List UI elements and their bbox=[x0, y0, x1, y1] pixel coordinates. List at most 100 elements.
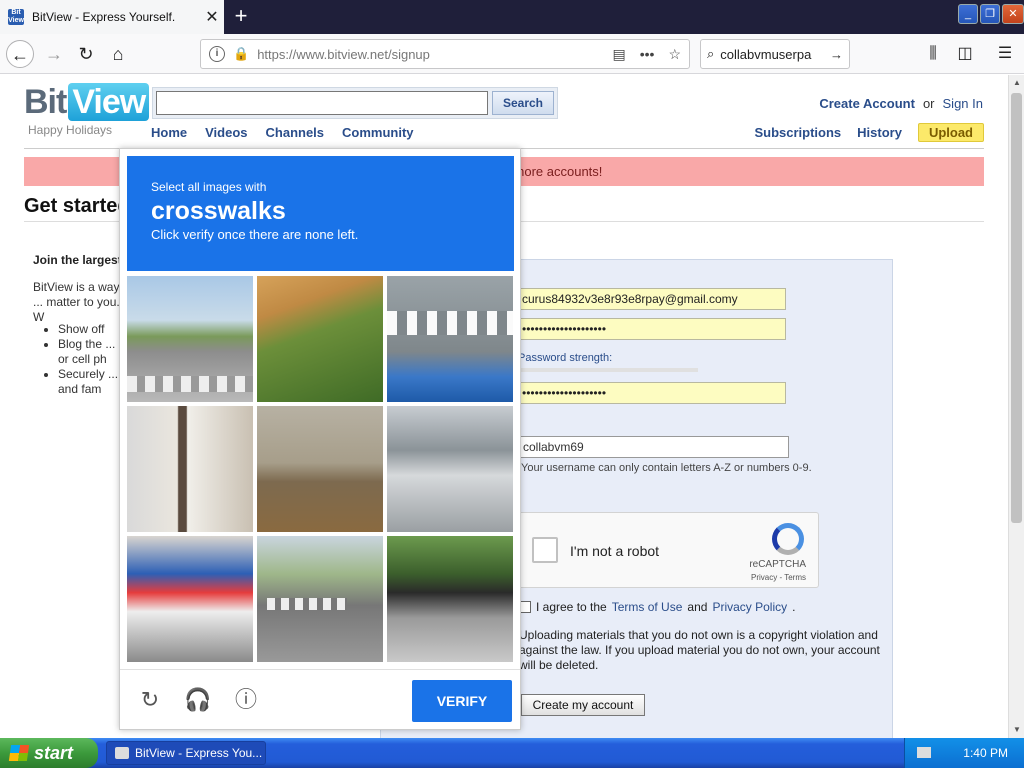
image-tile-shop-storefront[interactable] bbox=[127, 536, 253, 662]
recaptcha-terms[interactable]: Privacy - Terms bbox=[751, 573, 806, 582]
back-button[interactable]: ← bbox=[6, 40, 34, 68]
challenge-instruction: Select all images with bbox=[151, 180, 267, 194]
intro-heading: Join the largest bbox=[33, 253, 122, 267]
main-nav: Home Videos Channels Community bbox=[151, 125, 414, 140]
terms-link[interactable]: Terms of Use bbox=[612, 600, 683, 614]
copyright-warning: Uploading materials that you do not own … bbox=[519, 628, 880, 672]
web-page: Bit View Happy Holidays Search Home Video… bbox=[0, 75, 1008, 738]
page-title: Get started bbox=[24, 195, 130, 217]
feature-list: Show off Blog the ... or cell ph Securel… bbox=[58, 322, 128, 397]
nav-videos[interactable]: Videos bbox=[205, 125, 247, 140]
verify-button[interactable]: VERIFY bbox=[412, 680, 512, 722]
browser-search-box[interactable]: ⌕ collabvmuserpa → bbox=[700, 39, 850, 69]
site-search-button[interactable]: Search bbox=[492, 91, 554, 115]
keyboard-icon[interactable] bbox=[917, 747, 931, 758]
windows-flag-icon bbox=[8, 745, 30, 761]
navigation-toolbar: ← → ↻ ⌂ i 🔒 https://www.bitview.net/sign… bbox=[0, 34, 1024, 74]
password-field[interactable]: •••••••••••••••••••• bbox=[519, 318, 786, 340]
minimize-button[interactable]: _ bbox=[958, 4, 978, 24]
favicon-icon: Bit View bbox=[8, 9, 24, 25]
email-field[interactable]: curus84932v3e8r93e8rpay@gmail.comy bbox=[519, 288, 786, 310]
logo-view: View bbox=[68, 83, 150, 121]
image-tile-street-intersection[interactable] bbox=[127, 276, 253, 402]
sidebar-icon[interactable]: ◫ bbox=[952, 40, 978, 68]
list-item: Securely ... and fam bbox=[58, 367, 128, 397]
recaptcha-checkbox[interactable] bbox=[532, 537, 558, 563]
upload-button[interactable]: Upload bbox=[917, 123, 984, 142]
address-bar[interactable]: i 🔒 https://www.bitview.net/signup ▤ •••… bbox=[200, 39, 690, 69]
or-text: or bbox=[922, 96, 935, 111]
recaptcha-widget: I'm not a robot reCAPTCHA Privacy - Term… bbox=[517, 512, 819, 588]
firefox-window-icon bbox=[115, 747, 129, 759]
start-button[interactable]: start bbox=[0, 738, 98, 768]
forward-button[interactable]: → bbox=[40, 40, 68, 68]
username-hint: Your username can only contain letters A… bbox=[521, 462, 812, 474]
menu-icon[interactable]: ☰ bbox=[992, 40, 1018, 68]
taskbar: start BitView - Express You... 1:40 PM bbox=[0, 738, 1024, 768]
account-links: Create Account or Sign In bbox=[819, 96, 983, 111]
password-strength-label: Password strength: bbox=[518, 352, 613, 364]
taskbar-item-firefox[interactable]: BitView - Express You... bbox=[106, 741, 266, 765]
library-icon[interactable]: ⫼ bbox=[920, 40, 946, 68]
reload-button[interactable]: ↻ bbox=[72, 40, 100, 68]
image-tile-road-markings[interactable] bbox=[257, 536, 383, 662]
history-link[interactable]: History bbox=[857, 125, 902, 140]
create-account-link[interactable]: Create Account bbox=[819, 96, 915, 111]
browser-tab[interactable]: Bit View BitView - Express Yourself. ✕ bbox=[0, 0, 224, 34]
page-scrollbar[interactable]: ▲ ▼ bbox=[1008, 75, 1024, 738]
tab-title: BitView - Express Yourself. bbox=[32, 10, 176, 24]
image-tile-parked-car[interactable] bbox=[387, 406, 513, 532]
password-strength-bar bbox=[518, 368, 698, 372]
reader-view-icon[interactable]: ▤ bbox=[612, 46, 625, 63]
image-tile-crosswalk-road[interactable] bbox=[387, 276, 513, 402]
nav-community[interactable]: Community bbox=[342, 125, 414, 140]
help-info-icon[interactable]: ⓘ bbox=[232, 686, 260, 714]
search-icon: ⌕ bbox=[707, 46, 715, 61]
page-actions-icon[interactable]: ••• bbox=[640, 46, 655, 62]
agree-suffix: . bbox=[792, 600, 796, 614]
privacy-link[interactable]: Privacy Policy bbox=[712, 600, 787, 614]
nav-channels[interactable]: Channels bbox=[266, 125, 325, 140]
challenge-footer: ↻ 🎧 ⓘ VERIFY bbox=[120, 669, 520, 729]
info-icon[interactable]: i bbox=[209, 46, 225, 62]
confirm-password-field[interactable]: •••••••••••••••••••• bbox=[519, 382, 786, 404]
home-button[interactable]: ⌂ bbox=[104, 40, 132, 68]
image-tile-house-facade[interactable] bbox=[127, 406, 253, 532]
and-text: and bbox=[687, 600, 708, 614]
scroll-down-icon[interactable]: ▼ bbox=[1009, 722, 1024, 738]
search-go-icon[interactable]: → bbox=[830, 47, 843, 62]
username-field[interactable]: collabvm69 bbox=[519, 436, 789, 458]
create-account-button[interactable]: Create my account bbox=[521, 694, 645, 716]
nav-home[interactable]: Home bbox=[151, 125, 187, 140]
recaptcha-logo-icon bbox=[772, 523, 804, 555]
intro-text: BitView is a way ... matter to you. W bbox=[33, 280, 120, 324]
scroll-thumb[interactable] bbox=[1011, 93, 1022, 523]
close-window-button[interactable]: ✕ bbox=[1002, 4, 1024, 24]
recaptcha-label: I'm not a robot bbox=[570, 543, 660, 559]
site-search-input[interactable] bbox=[156, 91, 488, 115]
audio-challenge-icon[interactable]: 🎧 bbox=[184, 686, 212, 714]
agree-prefix: I agree to the bbox=[536, 600, 607, 614]
site-logo[interactable]: Bit View bbox=[24, 83, 150, 122]
lock-icon: 🔒 bbox=[233, 46, 250, 61]
scroll-up-icon[interactable]: ▲ bbox=[1009, 75, 1024, 91]
logo-bit: Bit bbox=[24, 83, 67, 121]
browser-search-value: collabvmuserpa bbox=[720, 46, 812, 62]
image-tile-parked-cars-street[interactable] bbox=[387, 536, 513, 662]
clock: 1:40 PM bbox=[963, 746, 1008, 760]
list-item: Blog the ... or cell ph bbox=[58, 337, 128, 367]
recaptcha-brand: reCAPTCHA bbox=[749, 559, 806, 570]
challenge-subtext: Click verify once there are none left. bbox=[151, 227, 359, 242]
user-nav: Subscriptions History Upload bbox=[754, 123, 984, 142]
maximize-button[interactable]: ❐ bbox=[980, 4, 1000, 24]
image-tile-garden-arch[interactable] bbox=[257, 276, 383, 402]
image-tile-bags-on-sidewalk[interactable] bbox=[257, 406, 383, 532]
bookmark-star-icon[interactable]: ☆ bbox=[668, 46, 681, 63]
new-tab-button[interactable]: + bbox=[228, 3, 254, 29]
challenge-header: Select all images with crosswalks Click … bbox=[127, 156, 514, 271]
sign-in-link[interactable]: Sign In bbox=[943, 96, 983, 111]
recaptcha-challenge: Select all images with crosswalks Click … bbox=[119, 148, 521, 730]
close-tab-icon[interactable]: ✕ bbox=[200, 7, 224, 27]
reload-challenge-icon[interactable]: ↻ bbox=[136, 686, 164, 714]
subscriptions-link[interactable]: Subscriptions bbox=[754, 125, 841, 140]
